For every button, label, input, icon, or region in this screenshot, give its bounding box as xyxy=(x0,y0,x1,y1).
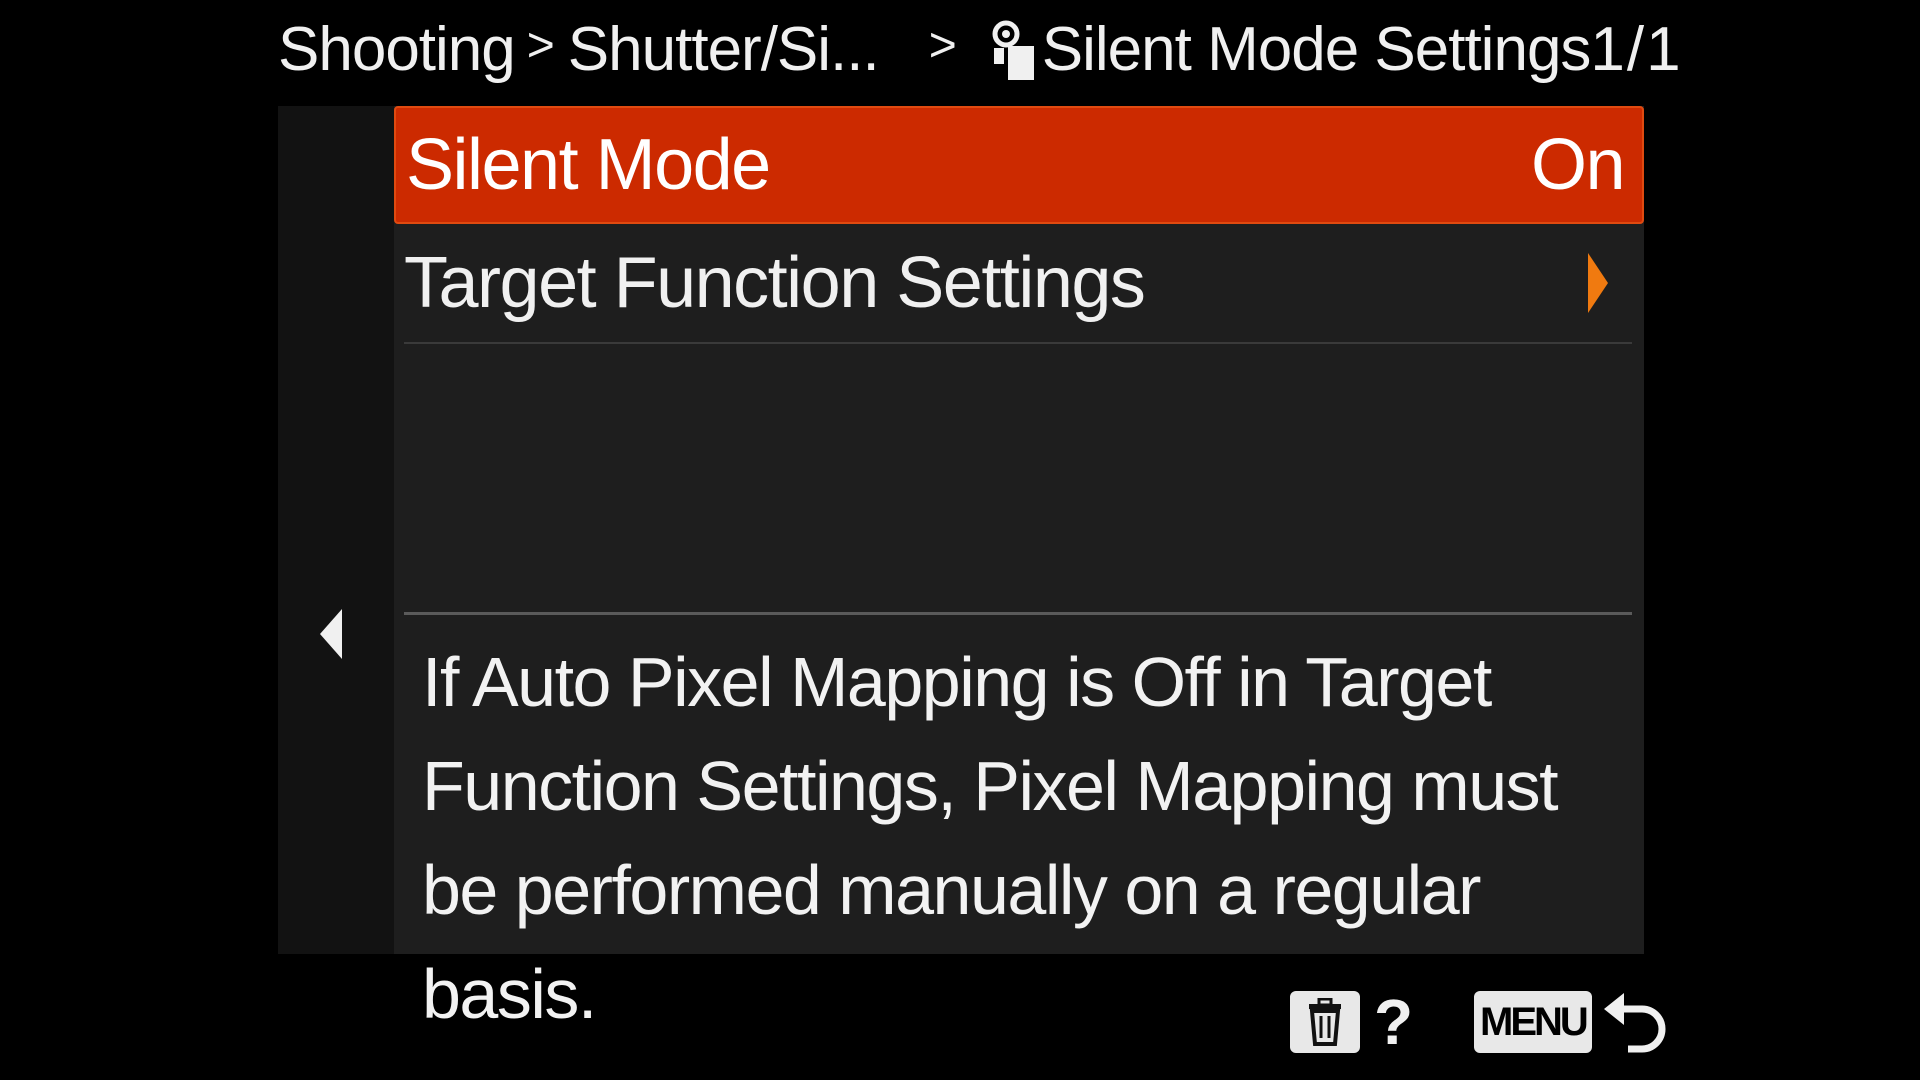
breadcrumb-separator: > xyxy=(526,18,555,72)
breadcrumb: Shooting > Shutter/Si... > Silent Mode S… xyxy=(278,4,1681,94)
menu-panel: Silent Mode On Target Function Settings … xyxy=(394,106,1644,1033)
page-indicator: 1/1 xyxy=(1590,14,1683,84)
silent-mode-icon xyxy=(992,20,1036,82)
trash-icon xyxy=(1290,991,1360,1053)
delete-help-button[interactable]: ? xyxy=(1290,984,1413,1060)
page-title: Silent Mode Settings xyxy=(1041,14,1592,84)
menu-item-silent-mode[interactable]: Silent Mode On xyxy=(394,106,1644,224)
return-icon xyxy=(1603,993,1666,1053)
menu-item-value: On xyxy=(1530,125,1626,205)
camera-menu-screen: Shooting > Shutter/Si... > Silent Mode S… xyxy=(0,0,1920,1080)
menu-item-label: Silent Mode xyxy=(406,125,771,205)
menu-item-target-function-settings[interactable]: Target Function Settings xyxy=(394,224,1644,342)
breadcrumb-separator: > xyxy=(928,18,957,72)
menu-key-label: MENU xyxy=(1474,991,1592,1053)
help-text: If Auto Pixel Mapping is Off in Target F… xyxy=(422,643,1559,1033)
help-divider xyxy=(404,612,1632,615)
breadcrumb-shutter-silent[interactable]: Shutter/Si... xyxy=(568,14,880,85)
submenu-arrow-icon xyxy=(1588,253,1608,313)
menu-item-label: Target Function Settings xyxy=(404,243,1146,323)
breadcrumb-shooting[interactable]: Shooting xyxy=(278,14,516,85)
menu-back-button[interactable]: MENU xyxy=(1474,984,1668,1060)
side-panel xyxy=(278,106,394,954)
row-divider xyxy=(404,342,1632,344)
left-arrow-icon[interactable] xyxy=(320,609,342,659)
help-question-mark: ? xyxy=(1374,986,1414,1058)
